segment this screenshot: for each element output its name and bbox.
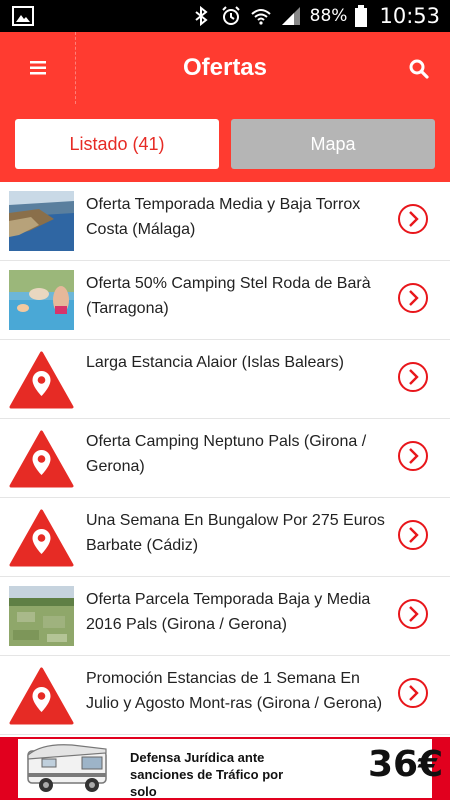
alarm-icon [221, 6, 240, 25]
offer-title: Larga Estancia Alaior (Islas Balears) [86, 354, 344, 371]
battery-icon [355, 5, 368, 27]
ad-text: Defensa Jurídica ante sanciones de Tráfi… [130, 749, 310, 800]
tab-mapa[interactable]: Mapa [231, 119, 435, 169]
camping-logo-icon [9, 430, 74, 488]
app-bar: Ofertas [0, 32, 450, 104]
ad-line-1: Defensa Jurídica ante [130, 750, 265, 765]
status-bar: 88% 10:53 [0, 0, 450, 32]
offers-list: Oferta Temporada Media y Baja Torrox Cos… [0, 182, 450, 735]
offer-title: Oferta Camping Neptuno Pals (Girona / Ge… [86, 433, 367, 475]
chevron-right-icon[interactable] [397, 677, 429, 709]
list-item[interactable]: Una Semana En Bungalow Por 275 Euros Bar… [0, 498, 450, 577]
view-tabs: Listado (41) Mapa [0, 104, 450, 182]
tab-listado[interactable]: Listado (41) [15, 119, 219, 169]
hamburger-menu-icon [29, 61, 46, 75]
clock: 10:53 [379, 4, 440, 28]
motorhome-image [27, 744, 107, 792]
list-item[interactable]: Larga Estancia Alaior (Islas Balears) [0, 340, 450, 419]
chevron-right-icon[interactable] [397, 519, 429, 551]
offer-title: Una Semana En Bungalow Por 275 Euros Bar… [86, 512, 385, 554]
menu-button[interactable] [0, 32, 76, 104]
camping-logo-icon [9, 509, 74, 567]
gallery-icon [12, 6, 34, 26]
offer-title: Promoción Estancias de 1 Semana En Julio… [86, 670, 383, 712]
list-item[interactable]: Oferta 50% Camping Stel Roda de Barà (Ta… [0, 261, 450, 340]
coast-photo [9, 191, 74, 251]
list-item[interactable]: Promoción Estancias de 1 Semana En Julio… [0, 656, 450, 735]
offer-title: Oferta 50% Camping Stel Roda de Barà (Ta… [86, 275, 371, 317]
chevron-right-icon[interactable] [397, 598, 429, 630]
ad-banner[interactable]: Defensa Jurídica ante sanciones de Tráfi… [0, 737, 450, 800]
signal-icon [281, 7, 300, 25]
field-photo [9, 586, 74, 646]
pool-photo [9, 270, 74, 330]
bluetooth-icon [195, 5, 208, 27]
list-item[interactable]: Oferta Parcela Temporada Baja y Media 20… [0, 577, 450, 656]
camping-logo-icon [9, 351, 74, 409]
search-icon[interactable] [406, 56, 432, 82]
chevron-right-icon[interactable] [397, 361, 429, 393]
chevron-right-icon[interactable] [397, 203, 429, 235]
ad-banner-content: Defensa Jurídica ante sanciones de Tráfi… [18, 739, 443, 800]
chevron-right-icon[interactable] [397, 440, 429, 472]
list-item[interactable]: Oferta Temporada Media y Baja Torrox Cos… [0, 182, 450, 261]
ad-line-2: sanciones de Tráfico por solo [130, 767, 284, 799]
list-item[interactable]: Oferta Camping Neptuno Pals (Girona / Ge… [0, 419, 450, 498]
offer-title: Oferta Temporada Media y Baja Torrox Cos… [86, 196, 361, 238]
wifi-icon [251, 9, 271, 25]
chevron-right-icon[interactable] [397, 282, 429, 314]
ad-price: 36€ [368, 744, 444, 785]
offer-title: Oferta Parcela Temporada Baja y Media 20… [86, 591, 371, 633]
battery-percent: 88% [309, 6, 348, 26]
camping-logo-icon [9, 667, 74, 725]
